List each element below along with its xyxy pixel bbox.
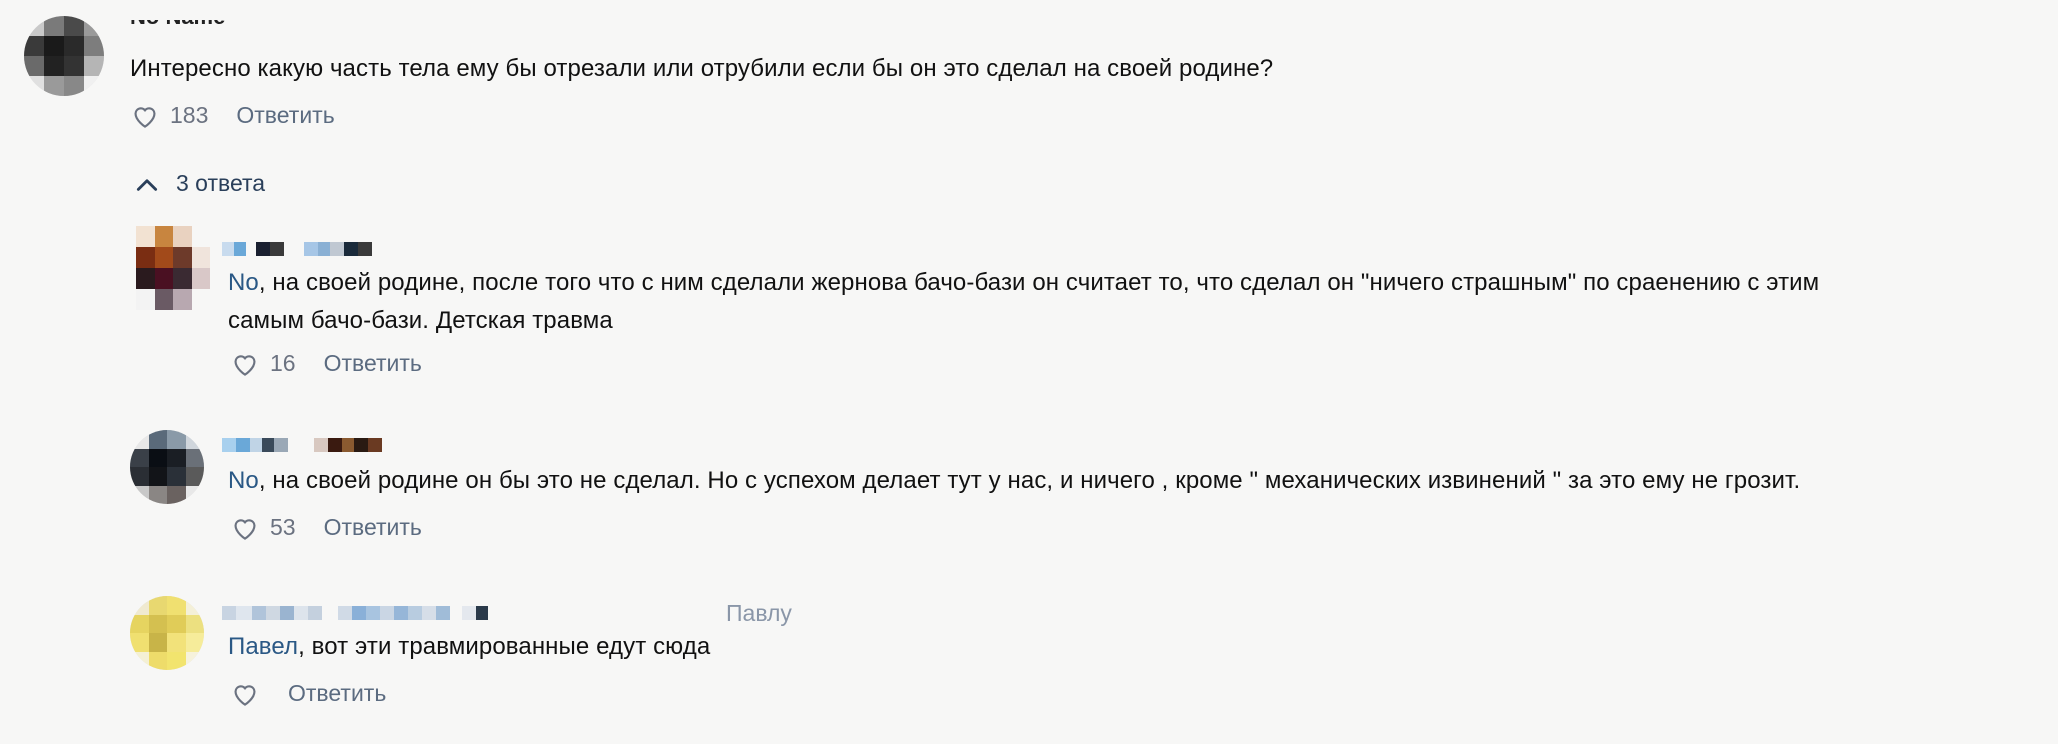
like-button[interactable]: 183 bbox=[130, 102, 208, 129]
author-name[interactable] bbox=[222, 604, 488, 622]
reply-button[interactable]: Ответить bbox=[324, 514, 422, 541]
reply-button[interactable]: Ответить bbox=[236, 102, 334, 129]
mention-link[interactable]: No bbox=[228, 269, 259, 296]
author-name[interactable]: No Name bbox=[130, 20, 225, 34]
replies-toggle[interactable]: 3 ответа bbox=[134, 170, 265, 197]
reply-actions: 53 Ответить bbox=[230, 514, 422, 541]
chevron-up-icon bbox=[136, 178, 158, 191]
comment-actions: 183 Ответить bbox=[130, 102, 335, 129]
reply-button[interactable]: Ответить bbox=[288, 680, 386, 707]
heart-icon bbox=[134, 106, 156, 128]
reply-button[interactable]: Ответить bbox=[324, 350, 422, 377]
heart-icon bbox=[234, 354, 256, 376]
like-button[interactable]: 53 bbox=[230, 514, 296, 541]
reply-text: Павел, вот эти травмированные едут сюда bbox=[228, 633, 711, 660]
avatar[interactable] bbox=[136, 226, 210, 310]
author-name[interactable] bbox=[222, 436, 382, 454]
like-count: 16 bbox=[270, 350, 296, 376]
reply-text: No, на своей родине он бы это не сделал.… bbox=[228, 467, 1801, 494]
like-count: 183 bbox=[170, 102, 209, 128]
avatar[interactable] bbox=[130, 596, 204, 670]
heart-icon bbox=[234, 684, 256, 706]
reply-actions: 16 Ответить bbox=[230, 350, 422, 377]
reply-actions: Ответить bbox=[230, 680, 386, 707]
avatar[interactable] bbox=[130, 430, 204, 504]
author-name[interactable] bbox=[222, 240, 372, 258]
avatar[interactable] bbox=[24, 16, 104, 96]
mention-link[interactable]: No bbox=[228, 467, 259, 494]
like-button[interactable]: 16 bbox=[230, 350, 296, 377]
replies-count: 3 ответа bbox=[176, 170, 266, 196]
heart-icon bbox=[234, 518, 256, 540]
reply-to-label[interactable]: Павлу bbox=[726, 600, 792, 627]
like-count: 53 bbox=[270, 514, 296, 540]
reply-text: No, на своей родине, после того что с ни… bbox=[228, 269, 1820, 334]
mention-link[interactable]: Павел bbox=[228, 633, 298, 660]
like-button[interactable] bbox=[230, 681, 260, 707]
comment-text: Интересно какую часть тела ему бы отреза… bbox=[130, 55, 1274, 82]
